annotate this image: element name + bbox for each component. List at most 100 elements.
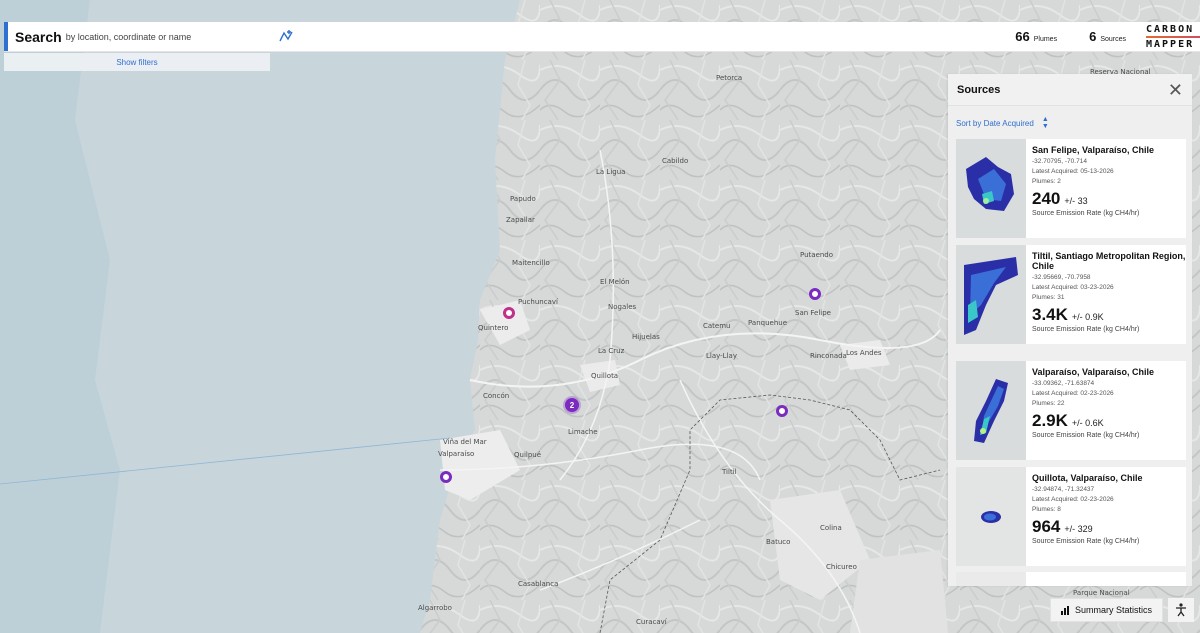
source-plumes: Plumes: 31 bbox=[1032, 294, 1065, 301]
emission-rate-label: Source Emission Rate (kg CH4/hr) bbox=[1032, 326, 1140, 333]
source-acquired: Latest Acquired: 02-23-2026 bbox=[1032, 496, 1114, 503]
sort-field: Date Acquired bbox=[983, 118, 1034, 128]
emission-error: +/- 0.6K bbox=[1071, 418, 1104, 428]
map-label: Zapallar bbox=[506, 216, 535, 224]
map-label: Valparaíso bbox=[438, 450, 475, 458]
plume-thumbnail bbox=[956, 245, 1026, 344]
source-title: Valparaíso, Valparaíso, Chile bbox=[1032, 367, 1155, 377]
source-title: Quillota, Valparaíso, Chile bbox=[1032, 473, 1143, 483]
draw-area-button[interactable] bbox=[276, 27, 296, 47]
plumes-stat: 66 Plumes bbox=[1015, 29, 1057, 44]
emission-rate: 964 bbox=[1032, 517, 1061, 536]
map-label: Cabildo bbox=[662, 157, 689, 165]
source-coords: -33.09362, -71.63874 bbox=[1032, 380, 1095, 387]
source-coords: -32.95669, -70.7958 bbox=[1032, 274, 1091, 281]
plume-marker[interactable] bbox=[440, 471, 452, 483]
map-label: San Felipe bbox=[795, 309, 831, 317]
emission-rate-label: Source Emission Rate (kg CH4/hr) bbox=[1032, 210, 1140, 217]
map-label: Panquehue bbox=[748, 319, 787, 327]
plume-thumbnail bbox=[956, 572, 1026, 586]
summary-statistics-button[interactable]: Summary Statistics bbox=[1050, 598, 1163, 622]
source-card[interactable]: Quillota, Valparaíso, Chile -32.94874, -… bbox=[956, 467, 1186, 566]
emission-error: +/- 329 bbox=[1064, 524, 1093, 534]
source-card[interactable]: Valparaíso, Valparaíso, Chile -33.09362,… bbox=[956, 361, 1186, 460]
map-label: La Cruz bbox=[598, 347, 625, 355]
map-label: Papudo bbox=[510, 195, 536, 203]
plume-thumbnail bbox=[956, 139, 1026, 238]
map-label: La Ligua bbox=[596, 168, 626, 176]
panel-title: Sources bbox=[957, 83, 1001, 96]
emission-rate-label: Source Emission Rate (kg CH4/hr) bbox=[1032, 432, 1140, 439]
search-label: Search bbox=[15, 28, 62, 45]
emission-error: +/- 0.9K bbox=[1071, 312, 1104, 322]
emission-rate: 3.4K bbox=[1032, 305, 1068, 324]
panel-header: Sources ✕ bbox=[948, 74, 1192, 106]
plume-marker[interactable] bbox=[776, 405, 788, 417]
source-plumes: Plumes: 2 bbox=[1032, 178, 1061, 185]
map-label: Petorca bbox=[716, 74, 743, 82]
plume-marker[interactable] bbox=[809, 288, 821, 300]
source-card[interactable]: Tiltil, Santiago Metropolitan Region, Ch… bbox=[956, 245, 1186, 344]
map-label: Batuco bbox=[766, 538, 791, 546]
map-label: Curacaví bbox=[636, 618, 667, 626]
accessibility-icon bbox=[1176, 603, 1186, 617]
sort-control[interactable]: Sort by Date Acquired ▲ ▼ bbox=[948, 106, 1192, 140]
plumes-label: Plumes bbox=[1033, 36, 1058, 43]
source-acquired: Latest Acquired: 03-23-2026 bbox=[1032, 284, 1114, 291]
source-card[interactable]: San Felipe, Valparaíso, Chile -32.70795,… bbox=[956, 139, 1186, 238]
carbon-mapper-logo[interactable]: CARBON MAPPER bbox=[1146, 22, 1200, 52]
map-label: Limache bbox=[568, 428, 598, 436]
logo-line-2: MAPPER bbox=[1146, 38, 1195, 50]
sources-panel: Sources ✕ Sort by Date Acquired ▲ ▼ San F… bbox=[948, 74, 1192, 586]
sources-count: 6 bbox=[1089, 29, 1097, 44]
source-title: Tiltil, Santiago Metropolitan Region, Ch… bbox=[1032, 251, 1186, 271]
map-label: Nogales bbox=[608, 303, 637, 311]
plume-thumbnail bbox=[956, 467, 1026, 566]
plumes-count: 66 bbox=[1015, 29, 1030, 44]
source-coords: -32.70795, -70.714 bbox=[1032, 158, 1087, 165]
plume-marker[interactable] bbox=[503, 307, 515, 319]
map-label: Maitencillo bbox=[512, 259, 550, 267]
sources-label: Sources bbox=[1100, 36, 1126, 43]
close-icon[interactable]: ✕ bbox=[1168, 81, 1183, 99]
accessibility-button[interactable] bbox=[1168, 598, 1194, 622]
source-plumes: Plumes: 8 bbox=[1032, 506, 1061, 513]
map-label: Viña del Mar bbox=[443, 438, 487, 446]
plume-thumbnail bbox=[956, 361, 1026, 460]
map-label: Casablanca bbox=[518, 580, 559, 588]
map-label: Quilpué bbox=[514, 451, 542, 459]
sources-stat: 6 Sources bbox=[1089, 29, 1126, 44]
map-label: Tiltil bbox=[722, 468, 737, 476]
map-label: Hijuelas bbox=[632, 333, 660, 341]
emission-rate: 240 bbox=[1032, 189, 1061, 208]
map-label: Los Andes bbox=[846, 349, 882, 357]
source-plumes: Plumes: 22 bbox=[1032, 400, 1065, 407]
emission-rate: 2.9K bbox=[1032, 411, 1068, 430]
map-label: Llay-Llay bbox=[706, 352, 737, 360]
draw-area-icon bbox=[279, 29, 293, 41]
search-box[interactable]: Search bbox=[4, 22, 270, 51]
logo-line-1: CARBON bbox=[1146, 23, 1195, 35]
map-label: Puchuncaví bbox=[518, 298, 558, 306]
bar-chart-icon bbox=[1060, 605, 1070, 615]
map-label: Concón bbox=[483, 392, 510, 400]
map-label: Chicureo bbox=[826, 563, 857, 571]
map-label: El Melón bbox=[600, 278, 630, 286]
map-label: Parque Nacional bbox=[1073, 589, 1130, 597]
map-label: Quintero bbox=[478, 324, 509, 332]
emission-rate-label: Source Emission Rate (kg CH4/hr) bbox=[1032, 538, 1140, 545]
map-label: Colina bbox=[820, 524, 842, 532]
map-label: Quillota bbox=[591, 372, 619, 380]
top-bar: Search 66 Plumes 6 Sources CARBON MAPPER bbox=[4, 22, 1200, 52]
map-label: Catemu bbox=[703, 322, 731, 330]
map-label: Rinconada bbox=[810, 352, 847, 360]
map-label: Putaendo bbox=[800, 251, 834, 259]
sort-direction-icon: ▲ ▼ bbox=[1041, 116, 1049, 130]
plume-cluster[interactable]: 2 bbox=[565, 398, 579, 412]
source-card[interactable] bbox=[956, 572, 1186, 586]
map-label: Algarrobo bbox=[418, 604, 452, 612]
show-filters-button[interactable]: Show filters bbox=[4, 53, 270, 71]
source-coords: -32.94874, -71.32437 bbox=[1032, 486, 1095, 493]
emission-error: +/- 33 bbox=[1064, 196, 1088, 206]
search-input[interactable] bbox=[65, 31, 236, 42]
